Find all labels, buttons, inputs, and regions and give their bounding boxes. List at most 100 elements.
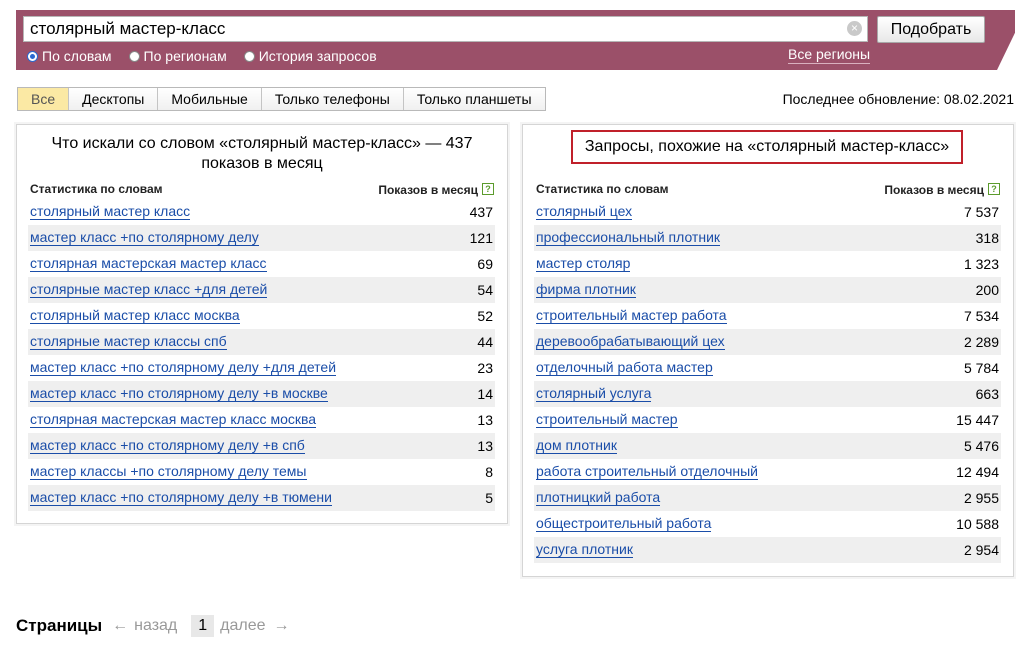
table-row: дом плотник 5 476 <box>534 433 1001 459</box>
phrase-link[interactable]: дом плотник <box>536 438 617 454</box>
phrase-link[interactable]: мастер класс +по столярному делу +в спб <box>30 438 305 454</box>
phrase-link[interactable]: столярные мастер классы спб <box>30 334 227 350</box>
phrase-link[interactable]: строительный мастер <box>536 412 678 428</box>
phrase-link[interactable]: столярный услуга <box>536 386 652 402</box>
column-header-impressions: Показов в месяц <box>884 183 984 197</box>
table-row: столярная мастерская мастер класс 69 <box>28 251 495 277</box>
radio-label: По регионам <box>143 48 227 64</box>
table-row: общестроительный работа 10 588 <box>534 511 1001 537</box>
table-row: фирма плотник 200 <box>534 277 1001 303</box>
word-stats-list: столярный мастер класс 437 мастер класс +п… <box>28 199 495 511</box>
phrase-link[interactable]: мастер столяр <box>536 256 631 272</box>
pagination-label: Страницы <box>16 616 103 635</box>
phrase-link[interactable]: столярный мастер класс <box>30 204 191 220</box>
phrase-link[interactable]: мастер класс +по столярному делу +для де… <box>30 360 337 376</box>
impressions-count: 1 323 <box>963 256 999 272</box>
radio-unchecked-icon <box>243 50 255 62</box>
help-icon[interactable]: ? <box>482 183 494 195</box>
phrase-link[interactable]: услуга плотник <box>536 542 633 558</box>
impressions-count: 52 <box>477 308 493 324</box>
next-page-link: далее <box>220 617 266 634</box>
tab-phones-only[interactable]: Только телефоны <box>261 88 404 110</box>
radio-by-words[interactable]: По словам <box>27 48 112 64</box>
impressions-count: 2 954 <box>963 542 999 558</box>
impressions-count: 121 <box>469 230 493 246</box>
table-row: услуга плотник 2 954 <box>534 537 1001 563</box>
impressions-count: 23 <box>477 360 493 376</box>
impressions-count: 15 447 <box>956 412 999 428</box>
table-row: отделочный работа мастер 5 784 <box>534 355 1001 381</box>
similar-queries-list: столярный цех 7 537 профессиональный плотн… <box>534 199 1001 563</box>
phrase-link[interactable]: столярные мастер класс +для детей <box>30 282 268 298</box>
search-input[interactable] <box>23 16 868 42</box>
table-row: строительный мастер работа 7 534 <box>534 303 1001 329</box>
phrase-link[interactable]: плотницкий работа <box>536 490 661 506</box>
pagination: Страницы ← назад 1 далее → <box>16 612 296 640</box>
table-row: столярный цех 7 537 <box>534 199 1001 225</box>
phrase-link[interactable]: мастер класс +по столярному делу +в тюме… <box>30 490 332 506</box>
radio-query-history[interactable]: История запросов <box>243 48 377 64</box>
impressions-count: 200 <box>975 282 999 298</box>
impressions-count: 10 588 <box>956 516 999 532</box>
phrase-link[interactable]: мастер класс +по столярному делу <box>30 230 259 246</box>
phrase-link[interactable]: работа строительный отделочный <box>536 464 758 480</box>
impressions-count: 7 537 <box>963 204 999 220</box>
phrase-link[interactable]: отделочный работа мастер <box>536 360 713 376</box>
table-row: мастер классы +по столярному делу темы 8 <box>28 459 495 485</box>
last-update: Последнее обновление: 08.02.2021 <box>782 91 1014 107</box>
panel-title: Что искали со словом «столярный мастер-к… <box>51 135 473 172</box>
impressions-count: 44 <box>477 334 493 350</box>
phrase-link[interactable]: столярный мастер класс москва <box>30 308 240 324</box>
similar-queries-panel: Запросы, похожие на «столярный мастер-кл… <box>522 124 1014 577</box>
table-row: мастер класс +по столярному делу +для де… <box>28 355 495 381</box>
impressions-count: 5 476 <box>963 438 999 454</box>
table-row: столярная мастерская мастер класс москва… <box>28 407 495 433</box>
radio-unchecked-icon <box>128 50 140 62</box>
search-mode-radios: По словам По регионам История запросов <box>27 46 394 66</box>
phrase-link[interactable]: фирма плотник <box>536 282 636 298</box>
table-row: столярные мастер классы спб 44 <box>28 329 495 355</box>
table-row: работа строительный отделочный 12 494 <box>534 459 1001 485</box>
help-icon[interactable]: ? <box>988 183 1000 195</box>
phrase-link[interactable]: столярный цех <box>536 204 633 220</box>
tab-tablets-only[interactable]: Только планшеты <box>403 88 545 110</box>
tab-all[interactable]: Все <box>18 88 70 110</box>
phrase-link[interactable]: общестроительный работа <box>536 516 712 532</box>
table-row: столярный мастер класс 437 <box>28 199 495 225</box>
column-header-phrase: Статистика по словам <box>30 182 163 196</box>
impressions-count: 5 784 <box>963 360 999 376</box>
impressions-count: 2 289 <box>963 334 999 350</box>
table-row: столярный услуга 663 <box>534 381 1001 407</box>
phrase-link[interactable]: профессиональный плотник <box>536 230 721 246</box>
phrase-link[interactable]: столярная мастерская мастер класс москва <box>30 412 317 428</box>
phrase-link[interactable]: мастер класс +по столярному делу +в моск… <box>30 386 328 402</box>
radio-by-regions[interactable]: По регионам <box>128 48 227 64</box>
impressions-count: 54 <box>477 282 493 298</box>
phrase-link[interactable]: строительный мастер работа <box>536 308 727 324</box>
impressions-count: 663 <box>975 386 999 402</box>
radio-label: По словам <box>42 48 112 64</box>
all-regions-link[interactable]: Все регионы <box>788 46 871 64</box>
tab-desktops[interactable]: Десктопы <box>69 88 159 110</box>
panel-title-highlighted: Запросы, похожие на «столярный мастер-кл… <box>571 130 963 164</box>
impressions-count: 13 <box>477 438 493 454</box>
table-row: мастер класс +по столярному делу +в спб 1… <box>28 433 495 459</box>
impressions-count: 437 <box>469 204 493 220</box>
search-submit-button[interactable]: Подобрать <box>877 16 985 43</box>
column-header-phrase: Статистика по словам <box>536 182 669 196</box>
impressions-count: 2 955 <box>963 490 999 506</box>
current-page: 1 <box>191 615 215 637</box>
impressions-count: 14 <box>477 386 493 402</box>
clear-icon[interactable]: × <box>847 21 862 36</box>
table-row: плотницкий работа 2 955 <box>534 485 1001 511</box>
impressions-count: 7 534 <box>963 308 999 324</box>
phrase-link[interactable]: столярная мастерская мастер класс <box>30 256 267 272</box>
radio-checked-icon <box>27 50 38 62</box>
arrow-right-icon: → <box>273 617 290 634</box>
tab-mobile[interactable]: Мобильные <box>158 88 262 110</box>
table-row: мастер класс +по столярному делу 121 <box>28 225 495 251</box>
phrase-link[interactable]: деревообрабатывающий цех <box>536 334 725 350</box>
phrase-link[interactable]: мастер классы +по столярному делу темы <box>30 464 307 480</box>
prev-page-link: назад <box>134 617 178 634</box>
table-row: мастер класс +по столярному делу +в тюме… <box>28 485 495 511</box>
